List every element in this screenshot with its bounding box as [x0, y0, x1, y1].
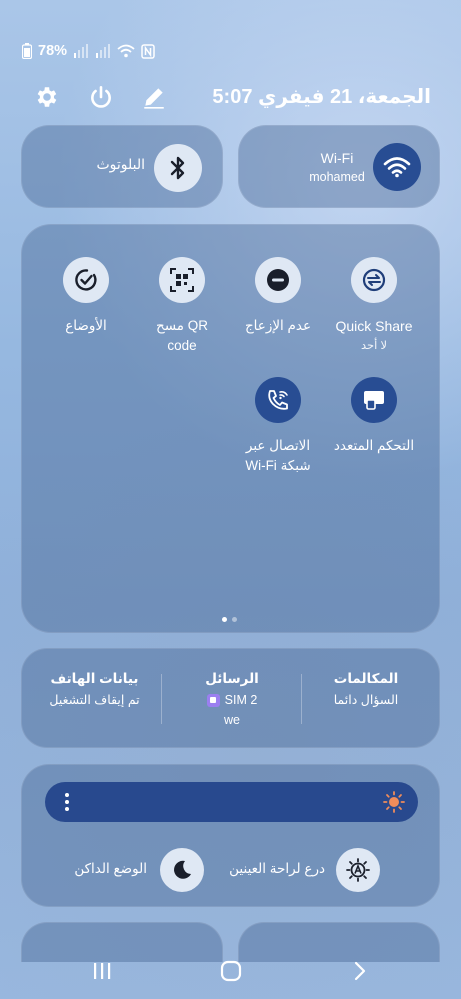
- divider: [301, 674, 302, 724]
- messages-title: الرسائل: [205, 671, 259, 686]
- quick-share-label: Quick Share لا أحد: [335, 318, 413, 352]
- wifi-network-name: mohamed: [309, 170, 365, 184]
- sun-icon: [383, 791, 405, 813]
- edit-icon[interactable]: [141, 84, 167, 110]
- wifi-icon[interactable]: [373, 143, 421, 191]
- signal-icon: [96, 44, 111, 58]
- mobile-data-title: بيانات الهاتف: [50, 671, 139, 686]
- wifi-label: Wi-Fi: [320, 150, 354, 166]
- calls-value: السؤال دائما: [333, 693, 399, 707]
- status-bar: 78%: [22, 40, 222, 62]
- do-not-disturb-label: عدم الإزعاج: [244, 318, 312, 333]
- recents-icon[interactable]: [92, 961, 112, 981]
- mobile-data-value: تم إيقاف التشغيل: [49, 693, 140, 707]
- page-indicator: [222, 617, 237, 622]
- battery-percent: 78%: [38, 43, 68, 59]
- modes-icon[interactable]: [63, 257, 109, 303]
- eye-comfort-label[interactable]: درع لراحة العينين: [229, 861, 325, 877]
- navigation-bar: [0, 950, 461, 999]
- back-icon[interactable]: [352, 961, 368, 981]
- power-icon[interactable]: [88, 84, 114, 110]
- calls-title: المكالمات: [333, 671, 399, 686]
- date-time[interactable]: 5:07 الجمعة، 21 فيفري: [212, 84, 431, 109]
- bluetooth-label: البلوتوث: [96, 156, 145, 172]
- more-options-icon[interactable]: [63, 792, 71, 812]
- calls-sim-setting[interactable]: المكالمات السؤال دائما: [306, 669, 426, 711]
- dark-mode-label[interactable]: الوضع الداكن: [74, 861, 147, 877]
- sim-panel: المكالمات السؤال دائما الرسائل SIM 2 we …: [21, 648, 440, 748]
- messages-value: SIM 2: [224, 693, 258, 707]
- qr-code-label: مسح QR code: [155, 318, 208, 353]
- multi-control-icon[interactable]: [351, 377, 397, 423]
- page-dot-active: [222, 617, 227, 622]
- eye-comfort-icon[interactable]: [336, 848, 380, 892]
- do-not-disturb-icon[interactable]: [255, 257, 301, 303]
- settings-icon[interactable]: [34, 84, 60, 110]
- nfc-icon: [141, 43, 155, 59]
- battery-icon: [22, 43, 32, 59]
- multi-control-label: التحكم المتعدد: [333, 438, 415, 453]
- brightness-slider[interactable]: [45, 782, 418, 822]
- mobile-data-setting[interactable]: بيانات الهاتف تم إيقاف التشغيل: [32, 669, 157, 711]
- bluetooth-tile[interactable]: البلوتوث: [21, 125, 223, 208]
- wifi-icon: [117, 44, 135, 58]
- quick-share-icon[interactable]: [351, 257, 397, 303]
- messages-sim-setting[interactable]: الرسائل SIM 2 we: [172, 669, 292, 729]
- home-icon[interactable]: [220, 960, 242, 982]
- messages-carrier: we: [224, 713, 240, 727]
- page-dot: [232, 617, 237, 622]
- modes-label: الأوضاع: [65, 318, 107, 333]
- quick-settings-panel: Quick Share لا أحد عدم الإزعاج مسح QR co…: [21, 224, 440, 633]
- signal-icon: [74, 44, 89, 58]
- wifi-calling-label: الاتصال عبر Wi-Fi شبكة: [245, 438, 311, 473]
- wifi-calling-icon[interactable]: [255, 377, 301, 423]
- dark-mode-icon[interactable]: [160, 848, 204, 892]
- divider: [161, 674, 162, 724]
- qr-code-icon[interactable]: [159, 257, 205, 303]
- display-panel: درع لراحة العينين الوضع الداكن: [21, 764, 440, 907]
- sim-badge-icon: [206, 693, 220, 707]
- bluetooth-icon[interactable]: [154, 144, 202, 192]
- wifi-tile[interactable]: Wi-Fi mohamed: [238, 125, 440, 208]
